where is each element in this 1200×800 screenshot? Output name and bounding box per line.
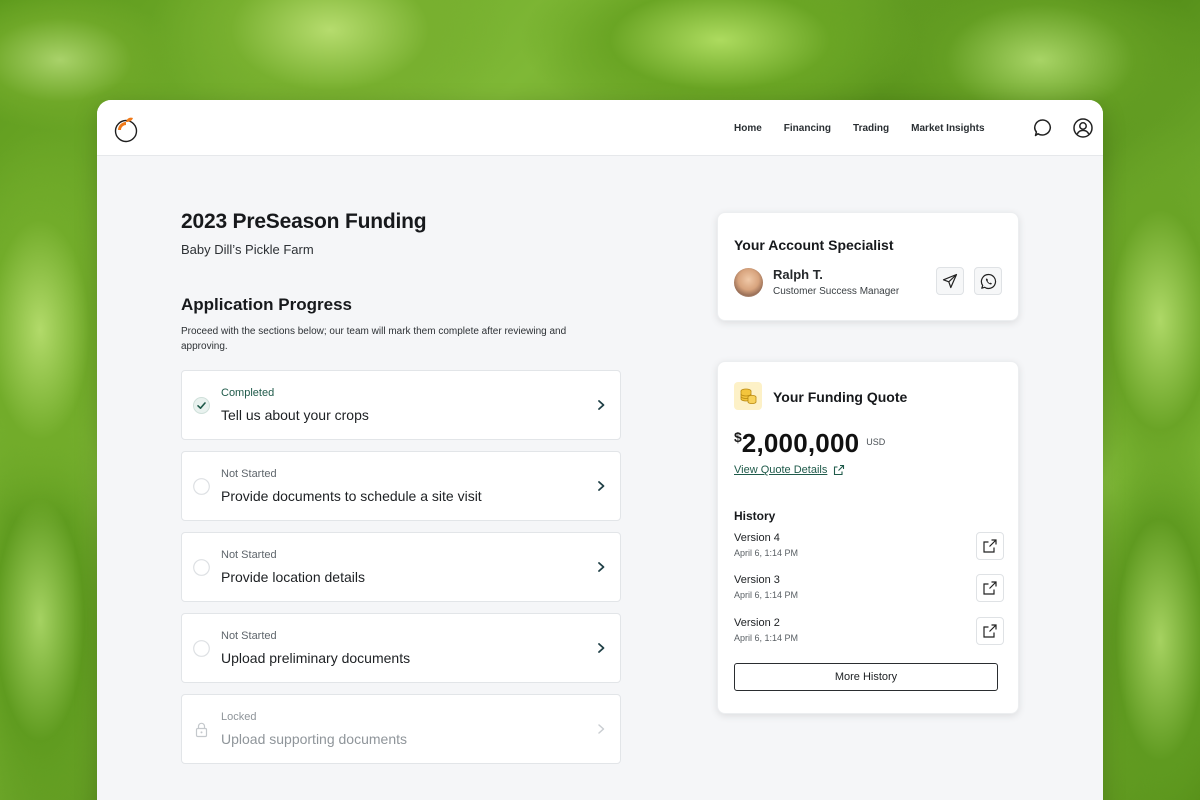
orange-logo-icon[interactable] [114, 115, 140, 143]
step-supporting-docs: Locked Upload supporting documents [181, 694, 621, 764]
farm-name: Baby Dill’s Pickle Farm [181, 242, 314, 257]
progress-description: Proceed with the sections below; our tea… [181, 326, 567, 352]
lock-icon [195, 722, 208, 738]
history-date: April 6, 1:14 PM [734, 633, 799, 643]
step-site-visit[interactable]: Not Started Provide documents to schedul… [181, 451, 621, 521]
nav-home[interactable]: Home [734, 123, 762, 134]
step-label: Provide documents to schedule a site vis… [221, 488, 482, 504]
send-message-button[interactable] [936, 267, 964, 295]
specialist-role: Customer Success Manager [773, 286, 900, 297]
chevron-right-icon [598, 724, 605, 734]
app-window: Home Financing Trading Market Insights 2… [97, 100, 1103, 800]
top-navigation-bar: Home Financing Trading Market Insights [97, 100, 1103, 156]
specialist-name: Ralph T. [773, 267, 823, 282]
whatsapp-icon [980, 273, 996, 289]
paper-plane-icon [942, 273, 958, 289]
step-status: Locked [221, 711, 257, 723]
more-history-button[interactable]: More History [734, 663, 998, 691]
completed-check-icon [193, 397, 210, 414]
nav-market-insights[interactable]: Market Insights [911, 123, 984, 134]
history-title: History [734, 509, 776, 523]
chat-icon[interactable] [1032, 117, 1054, 139]
currency-symbol: $ [734, 429, 742, 445]
open-version-button[interactable] [976, 532, 1004, 560]
history-item: Version 4 April 6, 1:14 PM [734, 532, 1004, 568]
funding-quote-card: Your Funding Quote $ 2,000,000 USD View … [717, 361, 1019, 714]
step-label: Upload supporting documents [221, 731, 408, 747]
nav-trading[interactable]: Trading [853, 123, 889, 134]
step-status: Not Started [221, 630, 277, 642]
step-label: Tell us about your crops [221, 407, 369, 423]
empty-circle-icon [193, 559, 210, 576]
quote-amount: $ 2,000,000 USD [734, 428, 885, 459]
external-link-icon [834, 464, 845, 476]
amount-value: 2,000,000 [741, 428, 860, 458]
progress-title: Application Progress [181, 295, 352, 314]
open-version-button[interactable] [976, 617, 1004, 645]
main-nav: Home Financing Trading Market Insights [734, 100, 985, 156]
progress-steps: Completed Tell us about your crops Not S… [181, 370, 621, 764]
step-location[interactable]: Not Started Provide location details [181, 532, 621, 602]
chevron-right-icon [598, 481, 605, 491]
currency-unit: USD [866, 437, 886, 447]
coins-icon [734, 382, 762, 410]
step-crops[interactable]: Completed Tell us about your crops [181, 370, 621, 440]
step-label: Upload preliminary documents [221, 650, 411, 666]
history-date: April 6, 1:14 PM [734, 548, 799, 558]
step-preliminary-docs[interactable]: Not Started Upload preliminary documents [181, 613, 621, 683]
history-version: Version 2 [734, 617, 780, 629]
view-quote-details-label: View Quote Details [734, 464, 828, 476]
open-version-button[interactable] [976, 574, 1004, 602]
nav-financing[interactable]: Financing [784, 123, 831, 134]
application-column: 2023 PreSeason Funding Baby Dill’s Pickl… [181, 210, 621, 775]
history-version: Version 4 [734, 532, 780, 544]
external-link-icon [983, 624, 997, 638]
empty-circle-icon [193, 478, 210, 495]
external-link-icon [983, 539, 997, 553]
view-quote-details-link[interactable]: View Quote Details [734, 464, 845, 476]
account-icon[interactable] [1072, 117, 1094, 139]
step-label: Provide location details [221, 569, 365, 585]
whatsapp-button[interactable] [974, 267, 1002, 295]
chevron-right-icon [598, 562, 605, 572]
external-link-icon [983, 581, 997, 595]
step-status: Not Started [221, 468, 277, 480]
history-item: Version 3 April 6, 1:14 PM [734, 574, 1004, 610]
specialist-title: Your Account Specialist [734, 237, 894, 253]
empty-circle-icon [193, 640, 210, 657]
page-title: 2023 PreSeason Funding [181, 210, 427, 233]
step-status: Not Started [221, 549, 277, 561]
account-specialist-card: Your Account Specialist Ralph T. Custome… [717, 212, 1019, 321]
history-date: April 6, 1:14 PM [734, 590, 799, 600]
history-item: Version 2 April 6, 1:14 PM [734, 617, 1004, 653]
chevron-right-icon [598, 400, 605, 410]
chevron-right-icon [598, 643, 605, 653]
avatar [734, 268, 763, 297]
step-status: Completed [221, 387, 275, 399]
quote-title: Your Funding Quote [773, 389, 908, 405]
history-version: Version 3 [734, 574, 780, 586]
top-icons [1032, 117, 1094, 139]
